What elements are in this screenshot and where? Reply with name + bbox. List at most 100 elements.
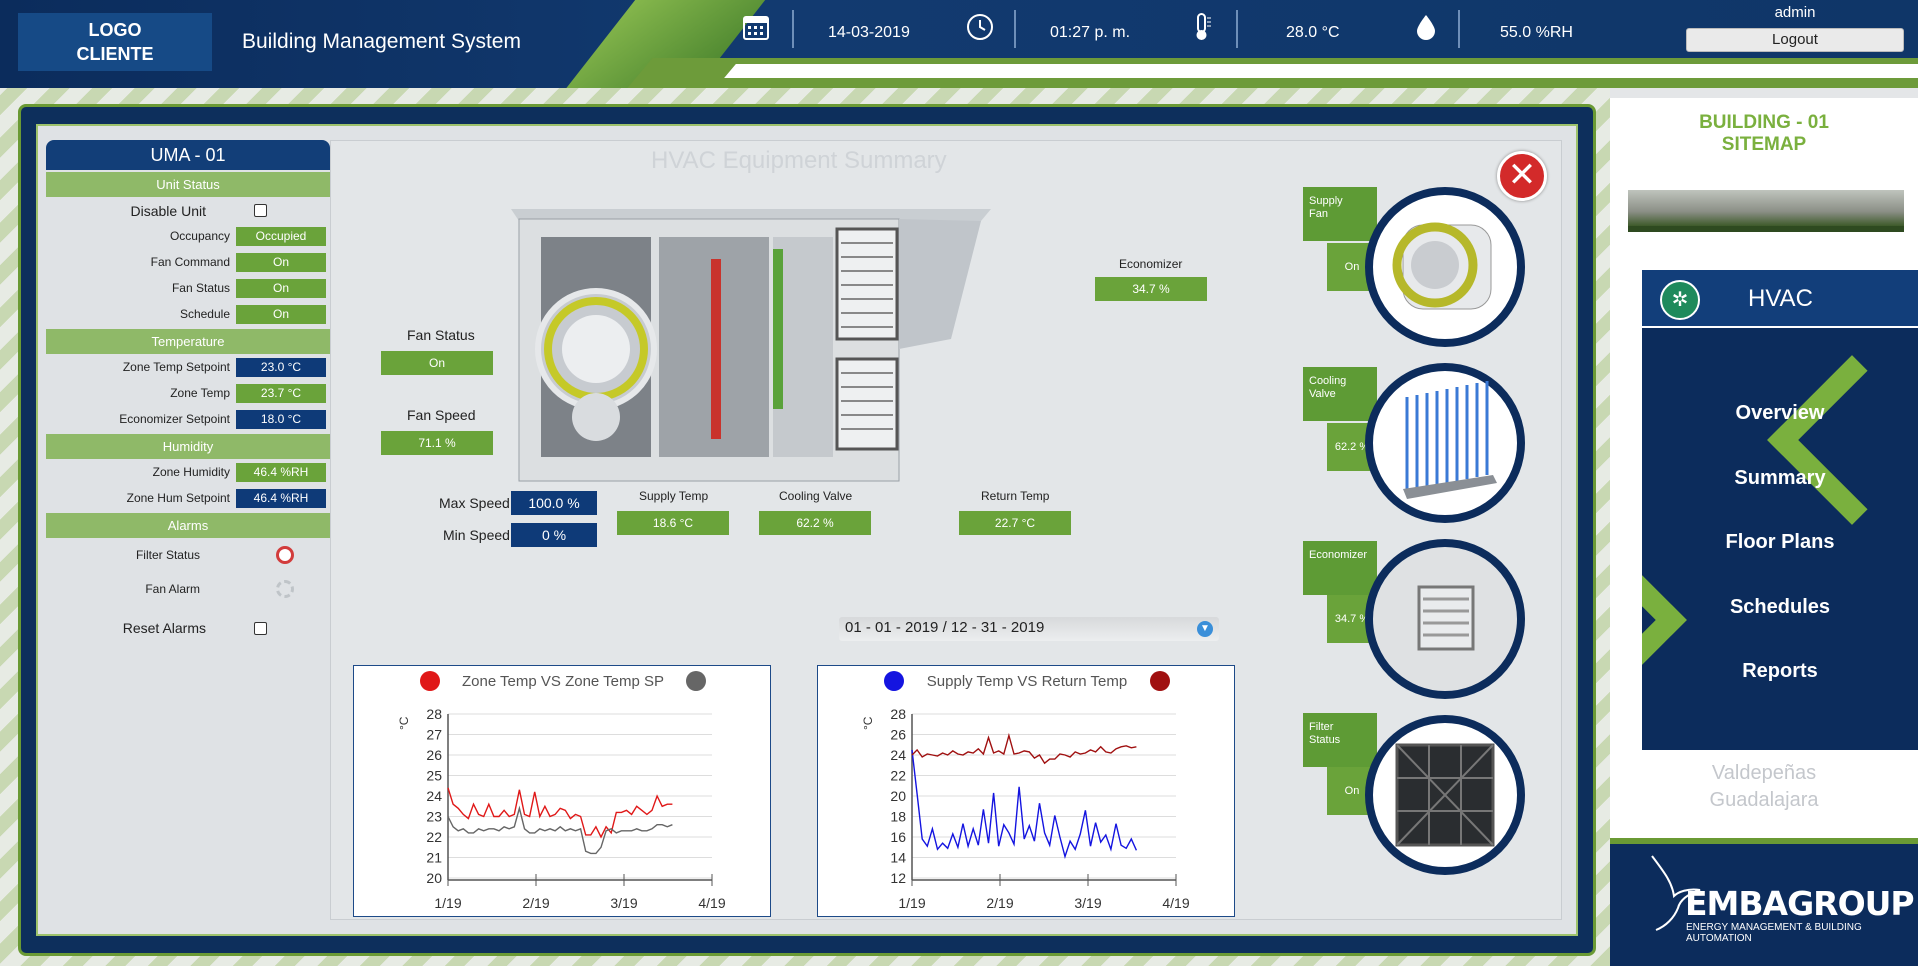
zone-temp-label: Zone Temp (170, 386, 230, 400)
y-tick-label: 12 (890, 870, 906, 886)
hvac-unit-view: HVAC Equipment Summary ✕ Fan Status On F… (330, 140, 1562, 920)
app-title: Building Management System (242, 30, 521, 53)
series-line-0 (911, 749, 1138, 859)
cooling-valve-caption: Cooling Valve (779, 489, 853, 503)
y-tick-label: 26 (426, 747, 442, 763)
economizer-pill: 34.7 % (1095, 277, 1207, 301)
filter-status-tab: Filter Status (1303, 713, 1377, 767)
return-temp-pill: 22.7 °C (959, 511, 1071, 535)
site-panel: BUILDING - 01 SITEMAP HVAC ✲ Overview Su… (1610, 98, 1918, 966)
min-speed-caption: Min Speed (443, 527, 510, 543)
fan-status-row: Fan Status On (46, 275, 330, 301)
supply-fan-icon (1392, 222, 1492, 310)
economizer-setpoint-label: Economizer Setpoint (119, 412, 230, 426)
section-temperature: Temperature (46, 329, 330, 354)
supply-fan-button[interactable] (1365, 187, 1525, 347)
supply-fan-tab: Supply Fan (1303, 187, 1377, 241)
max-speed-value[interactable]: 100.0 % (511, 491, 597, 515)
y-tick-label: 16 (890, 829, 906, 845)
y-axis-label: °C (861, 716, 875, 730)
header-separator (1236, 10, 1238, 48)
brand-name: EMBAGROUP (1685, 884, 1915, 923)
y-tick-label: 23 (426, 809, 442, 825)
y-tick-label: 20 (426, 870, 442, 886)
occupancy-row: Occupancy Occupied (46, 223, 330, 249)
header: LOGO CLIENTE Building Management System … (0, 0, 1918, 88)
schedule-value: On (236, 305, 326, 324)
occupancy-value: Occupied (236, 227, 326, 246)
username: admin (1774, 4, 1816, 21)
filter-status-row: Filter Status (46, 538, 330, 574)
fan-command-label: Fan Command (150, 255, 230, 269)
nav-reports[interactable]: Reports (1642, 660, 1918, 683)
economizer-setpoint-row: Economizer Setpoint 18.0 °C (46, 406, 330, 432)
economizer-tab: Economizer (1303, 541, 1377, 595)
fan-status-pill: On (381, 351, 493, 375)
zone-temp-setpoint-value[interactable]: 23.0 °C (236, 358, 326, 377)
zone-hum-setpoint-row: Zone Hum Setpoint 46.4 %RH (46, 485, 330, 511)
logout-button[interactable]: Logout (1686, 28, 1904, 52)
fan-command-row: Fan Command On (46, 249, 330, 275)
date-range-value: 01 - 01 - 2019 / 12 - 31 - 2019 (845, 619, 1045, 636)
reset-alarms-checkbox[interactable] (254, 622, 267, 635)
building-image[interactable] (1628, 190, 1904, 232)
cooling-valve-button[interactable] (1365, 363, 1525, 523)
legend-marker (1150, 671, 1170, 691)
fan-command-value: On (236, 253, 326, 272)
unit-panel: UMA - 01 Unit Status Disable Unit Occupa… (46, 140, 330, 900)
clock-icon (964, 12, 996, 44)
decor-chevron (1767, 355, 1918, 525)
zone-temp-value: 23.7 °C (236, 384, 326, 403)
x-tick-label: 2/19 (986, 895, 1013, 911)
disable-unit-label: Disable Unit (130, 203, 206, 219)
client-logo: LOGO CLIENTE (18, 13, 212, 71)
y-tick-label: 22 (426, 829, 442, 845)
zone-hum-setpoint-label: Zone Hum Setpoint (126, 491, 230, 505)
y-tick-label: 27 (426, 727, 442, 743)
damper-icon (1417, 585, 1475, 651)
brand-tagline: ENERGY MANAGEMENT & BUILDING AUTOMATION (1686, 922, 1862, 944)
close-button[interactable]: ✕ (1497, 151, 1547, 201)
supply-temp-caption: Supply Temp (639, 489, 709, 503)
section-unit-status: Unit Status (46, 172, 330, 197)
fan-speed-caption: Fan Speed (407, 407, 476, 423)
nav-overview[interactable]: Overview (1642, 402, 1918, 425)
date-range-select[interactable]: 01 - 01 - 2019 / 12 - 31 - 2019 ▼ (839, 617, 1219, 641)
disable-unit-checkbox[interactable] (254, 204, 267, 217)
schedule-label: Schedule (179, 307, 230, 321)
zone-temp-setpoint-label: Zone Temp Setpoint (122, 360, 230, 374)
header-separator (1014, 10, 1016, 48)
x-tick-label: 4/19 (698, 895, 725, 911)
zone-humidity-row: Zone Humidity 46.4 %RH (46, 459, 330, 485)
header-temperature: 28.0 °C (1286, 24, 1340, 41)
cooling-coil-icon (1403, 381, 1497, 499)
min-speed-value[interactable]: 0 % (511, 523, 597, 547)
y-tick-label: 24 (890, 747, 906, 763)
zone-temp-chart: Zone Temp VS Zone Temp SP °C 20 21 22 23 24 25 2… (353, 665, 771, 917)
y-tick-label: 14 (890, 850, 906, 866)
fan-status-caption: Fan Status (407, 327, 475, 343)
cooling-valve-pill: 62.2 % (759, 511, 871, 535)
economizer-button[interactable] (1365, 539, 1525, 699)
x-tick-label: 1/19 (898, 895, 925, 911)
calendar-icon (740, 12, 772, 44)
series-line-1 (911, 732, 1137, 765)
supply-return-chart: Supply Temp VS Return Temp °C 12 14 16 18 20 22… (817, 665, 1235, 917)
economizer-setpoint-value[interactable]: 18.0 °C (236, 410, 326, 429)
nav-summary[interactable]: Summary (1642, 467, 1918, 490)
nav-floor-plans[interactable]: Floor Plans (1642, 531, 1918, 554)
app-root: LOGO CLIENTE Building Management System … (0, 0, 1918, 966)
filter-status-button[interactable] (1365, 715, 1525, 875)
chevron-down-icon[interactable]: ▼ (1197, 621, 1213, 637)
legend-marker (884, 671, 904, 691)
y-tick-label: 21 (426, 850, 442, 866)
schedule-row: Schedule On (46, 301, 330, 327)
nav-schedules[interactable]: Schedules (1642, 596, 1918, 619)
x-tick-label: 4/19 (1162, 895, 1189, 911)
reset-alarms-row: Reset Alarms (46, 610, 330, 646)
zone-hum-setpoint-value[interactable]: 46.4 %RH (236, 489, 326, 508)
sitemap-title[interactable]: BUILDING - 01 SITEMAP (1610, 112, 1918, 156)
supply-return-chart-svg: Supply Temp VS Return Temp °C 12 14 16 18 20 22… (861, 671, 1190, 911)
fan-speed-pill: 71.1 % (381, 431, 493, 455)
x-tick-label: 3/19 (610, 895, 637, 911)
